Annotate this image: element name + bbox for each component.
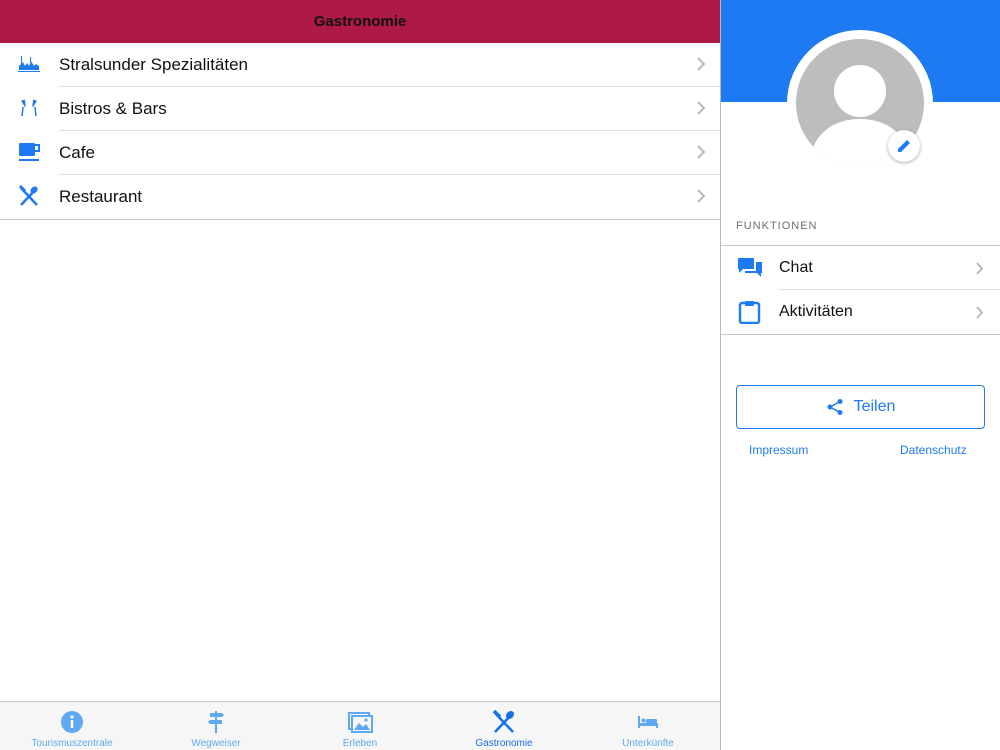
side-menu: FUNKTIONEN Chat Aktivitäten Teilen Impre… (721, 0, 1000, 750)
tab-label: Gastronomie (475, 738, 533, 749)
share-label: Teilen (853, 398, 896, 415)
list-item-label: Restaurant (59, 187, 143, 206)
navigation-bar: Gastronomie (0, 0, 720, 43)
tab-bar: Tourismuszentrale Wegweiser Erleben Gast… (0, 701, 720, 750)
edit-profile-button[interactable] (888, 130, 920, 162)
chevron-right-icon (697, 189, 706, 203)
chevron-right-icon (697, 57, 706, 71)
tab-wegweiser[interactable]: Wegweiser (144, 702, 288, 750)
harbor-city-icon (17, 52, 41, 76)
chevron-right-icon (976, 306, 984, 319)
chevron-right-icon (976, 262, 984, 275)
share-icon (827, 399, 843, 415)
tab-gastronomie[interactable]: Gastronomie (432, 702, 576, 750)
coffee-cup-icon (17, 140, 41, 164)
impressum-link[interactable]: Impressum (749, 443, 808, 457)
datenschutz-link[interactable]: Datenschutz (900, 443, 967, 457)
clipboard-icon (738, 301, 761, 324)
list-item-label: Bistros & Bars (59, 99, 167, 118)
menu-item-label: Chat (779, 259, 813, 276)
tab-erleben[interactable]: Erleben (288, 702, 432, 750)
info-icon (61, 711, 83, 733)
pencil-icon (898, 138, 912, 152)
photos-icon (348, 712, 373, 733)
section-header: FUNKTIONEN (736, 220, 818, 232)
cutlery-icon (17, 184, 41, 208)
tab-unterkuenfte[interactable]: Unterkünfte (576, 702, 720, 750)
signpost-icon (208, 711, 224, 733)
tab-label: Wegweiser (191, 738, 241, 749)
list-item-stralsunder-spezialitaeten[interactable]: Stralsunder Spezialitäten (0, 43, 720, 87)
champagne-glasses-icon (17, 96, 41, 120)
functions-list: Chat Aktivitäten (721, 245, 1000, 335)
list-item-restaurant[interactable]: Restaurant (0, 175, 720, 219)
cutlery-icon (492, 709, 515, 733)
share-button[interactable]: Teilen (736, 385, 985, 429)
tab-label: Erleben (342, 738, 378, 749)
tab-label: Unterkünfte (622, 738, 674, 749)
list-item-cafe[interactable]: Cafe (0, 131, 720, 175)
tab-label: Tourismuszentrale (31, 738, 113, 749)
menu-item-chat[interactable]: Chat (721, 246, 1000, 290)
page-title: Gastronomie (313, 13, 407, 30)
bed-icon (638, 716, 658, 728)
chevron-right-icon (697, 101, 706, 115)
menu-item-label: Aktivitäten (779, 303, 853, 320)
tab-tourismuszentrale[interactable]: Tourismuszentrale (0, 702, 144, 750)
menu-item-aktivitaeten[interactable]: Aktivitäten (721, 290, 1000, 334)
list-item-label: Cafe (59, 143, 95, 162)
list-item-bistros-bars[interactable]: Bistros & Bars (0, 87, 720, 131)
chat-icon (738, 258, 762, 277)
list-item-label: Stralsunder Spezialitäten (59, 55, 249, 74)
main-pane: Gastronomie Stralsunder Spezialitäten Bi… (0, 0, 720, 750)
chevron-right-icon (697, 145, 706, 159)
category-list: Stralsunder Spezialitäten Bistros & Bars (0, 43, 720, 220)
